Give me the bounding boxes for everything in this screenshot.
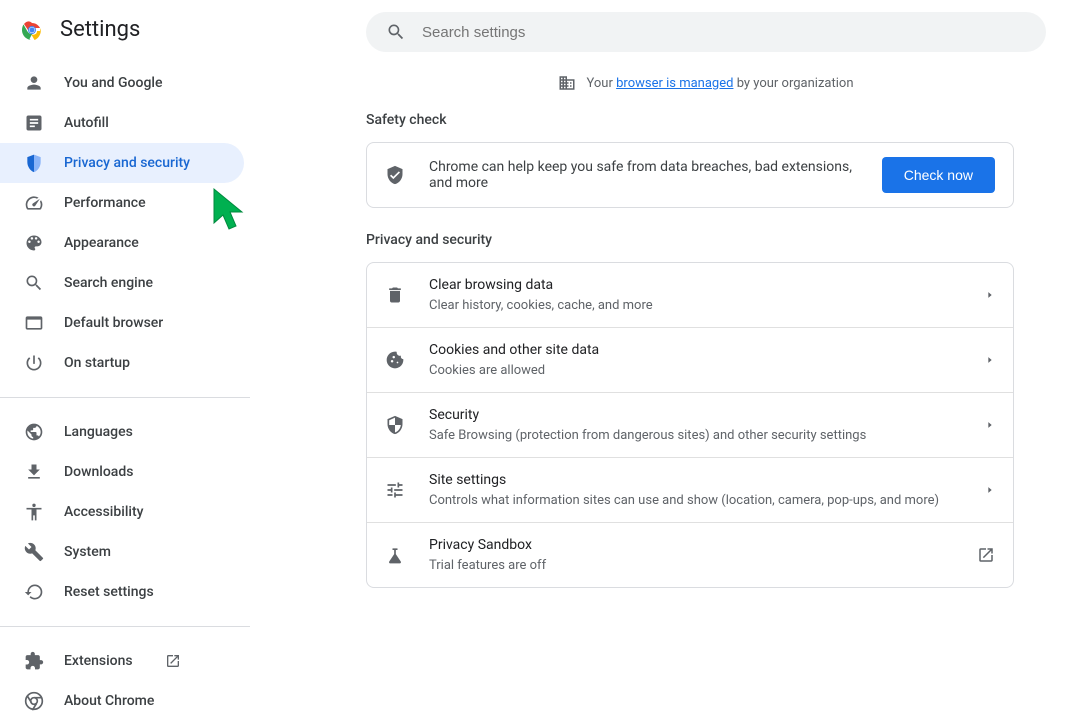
extension-icon — [24, 651, 44, 671]
row-cookies[interactable]: Cookies and other site dataCookies are a… — [367, 327, 1013, 392]
check-now-button[interactable]: Check now — [882, 157, 995, 193]
managed-banner: Your browser is managed by your organiza… — [366, 64, 1046, 108]
chevron-right-icon — [985, 290, 995, 300]
globe-icon — [24, 422, 44, 442]
nav-privacy-security[interactable]: Privacy and security — [0, 143, 244, 183]
nav-about[interactable]: About Chrome — [0, 681, 244, 721]
chevron-right-icon — [985, 355, 995, 365]
cookie-icon — [385, 350, 405, 370]
main-content: Your browser is managed by your organiza… — [256, 0, 1078, 690]
speed-icon — [24, 193, 44, 213]
privacy-section-title: Privacy and security — [366, 232, 1014, 262]
row-site-settings[interactable]: Site settingsControls what information s… — [367, 457, 1013, 522]
nav-appearance[interactable]: Appearance — [0, 223, 244, 263]
row-clear-browsing-data[interactable]: Clear browsing dataClear history, cookie… — [367, 263, 1013, 327]
shield-icon — [24, 153, 44, 173]
privacy-card: Clear browsing dataClear history, cookie… — [366, 262, 1014, 588]
security-icon — [385, 415, 405, 435]
autofill-icon — [24, 113, 44, 133]
wrench-icon — [24, 542, 44, 562]
flask-icon — [385, 545, 405, 565]
nav-reset[interactable]: Reset settings — [0, 572, 244, 612]
search-input[interactable] — [422, 24, 1026, 41]
row-security[interactable]: SecuritySafe Browsing (protection from d… — [367, 392, 1013, 457]
chrome-icon — [24, 691, 44, 711]
nav-search-engine[interactable]: Search engine — [0, 263, 244, 303]
trash-icon — [385, 285, 405, 305]
search-icon — [24, 273, 44, 293]
nav-autofill[interactable]: Autofill — [0, 103, 244, 143]
chevron-right-icon — [985, 485, 995, 495]
chrome-logo-icon — [20, 18, 44, 42]
download-icon — [24, 462, 44, 482]
sidebar: Settings You and Google Autofill Privacy… — [0, 0, 256, 690]
safety-check-title: Safety check — [366, 112, 1014, 142]
nav-performance[interactable]: Performance — [0, 183, 244, 223]
search-box[interactable] — [366, 12, 1046, 52]
person-icon — [24, 73, 44, 93]
nav-divider — [0, 626, 250, 627]
power-icon — [24, 353, 44, 373]
search-icon — [386, 22, 406, 42]
verified-icon — [385, 165, 405, 185]
open-new-icon — [977, 546, 995, 564]
nav-extensions[interactable]: Extensions — [0, 641, 244, 681]
reset-icon — [24, 582, 44, 602]
tune-icon — [385, 480, 405, 500]
managed-link[interactable]: browser is managed — [616, 76, 733, 91]
chevron-right-icon — [985, 420, 995, 430]
nav-group-1: You and Google Autofill Privacy and secu… — [0, 57, 256, 389]
nav-you-google[interactable]: You and Google — [0, 63, 244, 103]
safety-text: Chrome can help keep you safe from data … — [429, 159, 858, 191]
safety-check-card: Chrome can help keep you safe from data … — [366, 142, 1014, 208]
nav-startup[interactable]: On startup — [0, 343, 244, 383]
sidebar-header: Settings — [0, 0, 256, 57]
browser-icon — [24, 313, 44, 333]
nav-divider — [0, 397, 250, 398]
nav-group-3: Extensions About Chrome — [0, 635, 256, 727]
nav-default-browser[interactable]: Default browser — [0, 303, 244, 343]
nav-downloads[interactable]: Downloads — [0, 452, 244, 492]
open-new-icon — [165, 653, 181, 669]
nav-languages[interactable]: Languages — [0, 412, 244, 452]
nav-accessibility[interactable]: Accessibility — [0, 492, 244, 532]
page-title: Settings — [60, 17, 140, 42]
domain-icon — [558, 74, 576, 92]
nav-group-2: Languages Downloads Accessibility System… — [0, 406, 256, 618]
nav-system[interactable]: System — [0, 532, 244, 572]
row-privacy-sandbox[interactable]: Privacy SandboxTrial features are off — [367, 522, 1013, 587]
palette-icon — [24, 233, 44, 253]
accessibility-icon — [24, 502, 44, 522]
